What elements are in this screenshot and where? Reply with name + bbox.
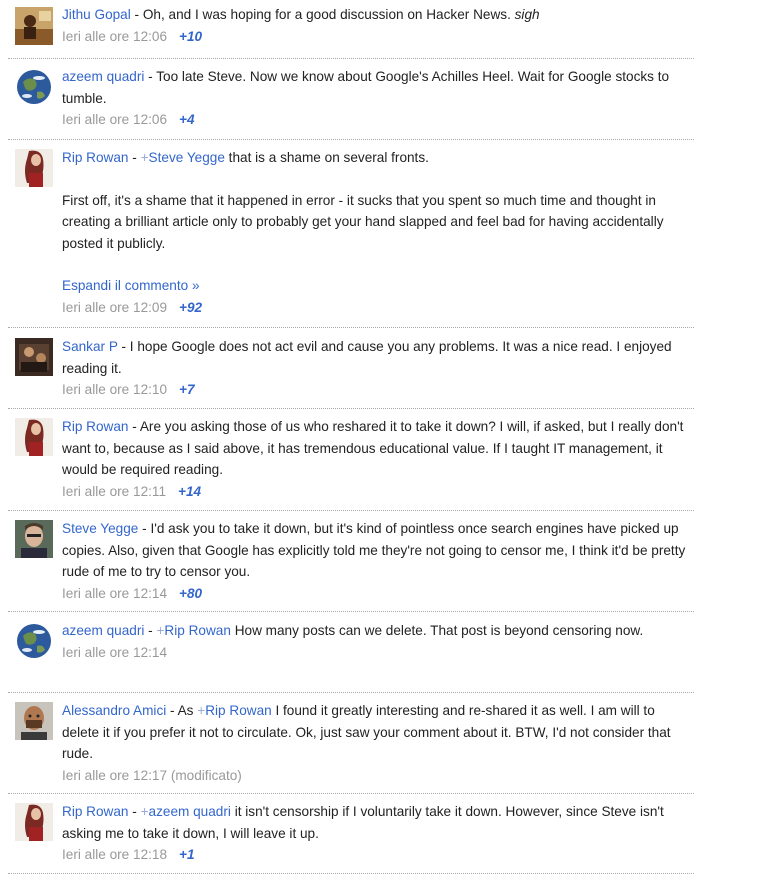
- avatar[interactable]: [15, 7, 53, 45]
- plusone-count[interactable]: +14: [178, 484, 201, 499]
- comment-text: How many posts can we delete. That post …: [230, 623, 644, 638]
- divider: [8, 793, 694, 794]
- comment-meta: Ieri alle ore 12:06 +4: [62, 109, 689, 131]
- plusone-count[interactable]: +1: [179, 847, 195, 862]
- separator: -: [128, 804, 141, 819]
- plusone-count[interactable]: +4: [179, 112, 195, 127]
- timestamp[interactable]: Ieri alle ore 12:17 (modificato): [62, 768, 242, 783]
- timestamp[interactable]: Ieri alle ore 12:14: [62, 586, 167, 601]
- author-link[interactable]: Jithu Gopal: [62, 7, 131, 22]
- mention-link[interactable]: +azeem quadri: [141, 804, 231, 819]
- avatar[interactable]: [15, 338, 53, 376]
- avatar[interactable]: [15, 702, 53, 740]
- divider: [8, 58, 694, 59]
- comment-text: Are you asking those of us who reshared …: [62, 419, 684, 477]
- comment-text-italic: sigh: [514, 7, 540, 22]
- separator: -: [128, 150, 141, 165]
- comment-body: Jithu Gopal - Oh, and I was hoping for a…: [62, 4, 689, 47]
- comment-meta: Ieri alle ore 12:14: [62, 642, 689, 664]
- separator: -: [144, 623, 157, 638]
- avatar[interactable]: [15, 149, 53, 187]
- timestamp[interactable]: Ieri alle ore 12:10: [62, 382, 167, 397]
- mention-link[interactable]: +Rip Rowan: [197, 703, 271, 718]
- timestamp[interactable]: Ieri alle ore 12:06: [62, 29, 167, 44]
- comment-meta: Ieri alle ore 12:14 +80: [62, 583, 689, 605]
- comment-meta: Ieri alle ore 12:17 (modificato): [62, 765, 689, 787]
- comment-meta: Ieri alle ore 12:18 +1: [62, 844, 689, 866]
- author-link[interactable]: Steve Yegge: [62, 521, 138, 536]
- mention-link[interactable]: +Steve Yegge: [141, 150, 225, 165]
- expand-comment-link[interactable]: Espandi il commento »: [62, 278, 200, 293]
- avatar[interactable]: [15, 622, 53, 660]
- comment-text: Oh, and I was hoping for a good discussi…: [142, 7, 515, 22]
- timestamp[interactable]: Ieri alle ore 12:14: [62, 645, 167, 660]
- separator: -: [138, 521, 151, 536]
- author-link[interactable]: Rip Rowan: [62, 150, 129, 165]
- divider: [8, 873, 694, 874]
- divider: [8, 327, 694, 328]
- comment-meta: Ieri alle ore 12:11 +14: [62, 481, 689, 503]
- plusone-count[interactable]: +10: [179, 29, 202, 44]
- author-link[interactable]: azeem quadri: [62, 623, 144, 638]
- comment-text: that is a shame on several fronts.: [224, 150, 429, 165]
- comment-body: azeem quadri - +Rip Rowan How many posts…: [62, 620, 689, 663]
- avatar[interactable]: [15, 68, 53, 106]
- divider: [8, 408, 694, 409]
- comment-stream: Jithu Gopal - Oh, and I was hoping for a…: [0, 0, 767, 876]
- divider: [8, 139, 694, 140]
- comment-body: Sankar P - I hope Google does not act ev…: [62, 336, 689, 401]
- comment-body: Rip Rowan - Are you asking those of us w…: [62, 416, 689, 502]
- separator: -: [117, 339, 130, 354]
- comment-body: Rip Rowan - +azeem quadri it isn't censo…: [62, 801, 689, 866]
- plusone-count[interactable]: +80: [179, 586, 202, 601]
- separator: - As: [166, 703, 198, 718]
- author-link[interactable]: Alessandro Amici: [62, 703, 166, 718]
- divider: [8, 611, 694, 612]
- comment-body: Rip Rowan - +Steve Yegge that is a shame…: [62, 147, 689, 318]
- divider: [8, 692, 694, 693]
- timestamp[interactable]: Ieri alle ore 12:18: [62, 847, 167, 862]
- comment-meta: Ieri alle ore 12:10 +7: [62, 379, 689, 401]
- author-link[interactable]: Rip Rowan: [62, 419, 129, 434]
- comment-body: azeem quadri - Too late Steve. Now we kn…: [62, 66, 689, 131]
- comment-meta: Ieri alle ore 12:09 +92: [62, 297, 689, 319]
- author-link[interactable]: Rip Rowan: [62, 804, 129, 819]
- separator: -: [144, 69, 157, 84]
- plusone-count[interactable]: +92: [179, 300, 202, 315]
- separator: -: [128, 419, 140, 434]
- avatar[interactable]: [15, 520, 53, 558]
- timestamp[interactable]: Ieri alle ore 12:09: [62, 300, 167, 315]
- author-link[interactable]: azeem quadri: [62, 69, 144, 84]
- mention-link[interactable]: +Rip Rowan: [156, 623, 230, 638]
- comment-paragraph: First off, it's a shame that it happened…: [62, 192, 664, 251]
- divider: [8, 510, 694, 511]
- comment-text: I'd ask you to take it down, but it's ki…: [62, 521, 686, 579]
- separator: -: [130, 7, 143, 22]
- plusone-count[interactable]: +7: [179, 382, 195, 397]
- author-link[interactable]: Sankar P: [62, 339, 118, 354]
- avatar[interactable]: [15, 803, 53, 841]
- timestamp[interactable]: Ieri alle ore 12:06: [62, 112, 167, 127]
- comment-meta: Ieri alle ore 12:06 +10: [62, 26, 689, 48]
- comment-body: Alessandro Amici - As +Rip Rowan I found…: [62, 700, 689, 786]
- timestamp[interactable]: Ieri alle ore 12:11: [62, 484, 166, 499]
- comment-text: I hope Google does not act evil and caus…: [62, 339, 672, 376]
- avatar[interactable]: [15, 418, 53, 456]
- comment-body: Steve Yegge - I'd ask you to take it dow…: [62, 518, 689, 604]
